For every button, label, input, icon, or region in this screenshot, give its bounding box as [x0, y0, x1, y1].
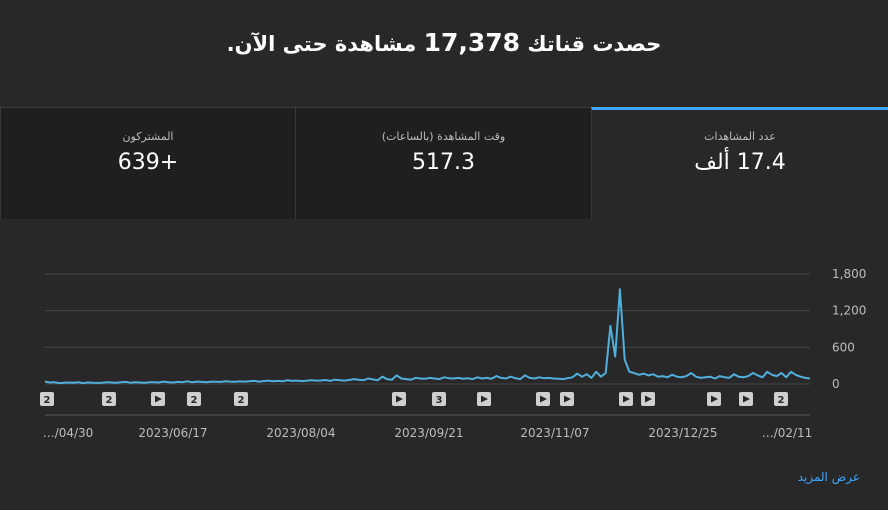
y-tick-label: 0 [832, 377, 840, 391]
x-tick-label: …/04/30 [43, 426, 94, 440]
tab-watch-time[interactable]: وقت المشاهدة (بالساعات) 517.3 [295, 107, 591, 219]
headline-prefix: حصدت قناتك [527, 32, 662, 56]
y-tick-label: 1,200 [832, 304, 866, 318]
count-marker-label: 2 [106, 395, 113, 406]
tab-subscribers[interactable]: المشتركون +639 [0, 107, 295, 219]
views-series-line [44, 288, 811, 385]
x-tick-label: 2023/06/17 [138, 426, 207, 440]
x-tick-label: 2023/11/07 [520, 426, 589, 440]
see-more-link[interactable]: عرض المزيد [798, 470, 860, 484]
headline-count: 17,378 [423, 28, 521, 57]
tab-watch-time-label: وقت المشاهدة (بالساعات) [381, 130, 506, 143]
count-marker-label: 2 [191, 395, 198, 406]
tab-subscribers-label: المشتركون [122, 130, 174, 143]
x-tick-label: 2023/12/25 [648, 426, 717, 440]
tab-views-label: عدد المشاهدات [704, 130, 776, 143]
tab-subscribers-value: +639 [117, 150, 179, 175]
tab-watch-time-value: 517.3 [412, 150, 475, 175]
count-marker-label: 2 [778, 395, 785, 406]
x-tick-label: 2023/09/21 [394, 426, 463, 440]
x-tick-label: …/02/11 [762, 426, 813, 440]
tab-views[interactable]: عدد المشاهدات 17.4 ألف [591, 107, 888, 219]
y-tick-label: 600 [832, 340, 855, 354]
headline-suffix: مشاهدة حتى الآن. [226, 32, 417, 56]
count-marker-label: 2 [238, 395, 245, 406]
count-marker-label: 3 [436, 395, 443, 406]
count-marker-label: 2 [44, 395, 51, 406]
y-tick-label: 1,800 [832, 267, 866, 281]
page-headline: حصدت قناتك 17,378 مشاهدة حتى الآن. [0, 28, 888, 57]
metric-tabs: المشتركون +639 وقت المشاهدة (بالساعات) 5… [0, 107, 888, 219]
views-line-chart: 1,800 1,200 600 0 2 2 2 2 3 2 …/04/30 2023/06/17 202… [40, 267, 866, 440]
x-tick-label: 2023/08/04 [266, 426, 335, 440]
tab-views-value: 17.4 ألف [694, 150, 786, 175]
